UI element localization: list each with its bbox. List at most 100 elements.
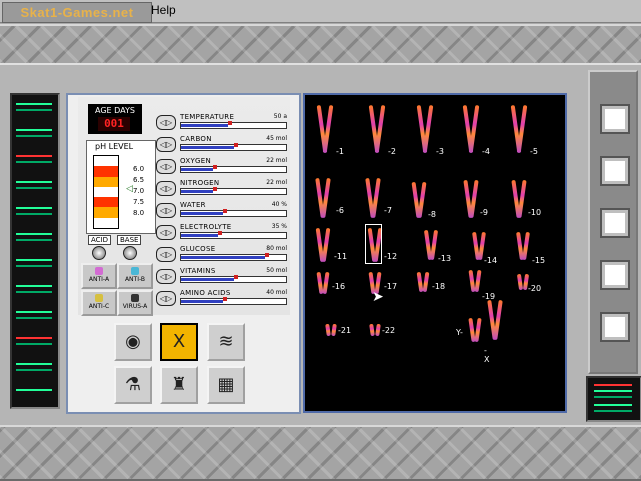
right-panel-button-4[interactable] bbox=[602, 262, 628, 288]
age-days-value: 001 bbox=[98, 117, 130, 131]
top-metal-plate bbox=[0, 24, 641, 65]
dna-icon: ≋ bbox=[218, 331, 234, 352]
sensor-vitamins: ◁▷ VITAMINS 50 mol bbox=[156, 267, 289, 285]
chromosome-label: -20 bbox=[528, 284, 542, 293]
right-panel-button-2[interactable] bbox=[602, 158, 628, 184]
chromosome-label: -22 bbox=[382, 326, 396, 335]
sensor-oxygen: ◁▷ OXYGEN 22 mol bbox=[156, 157, 289, 175]
right-status-strip bbox=[586, 376, 641, 422]
ph-band bbox=[94, 207, 118, 218]
site-logo: Skat1-Games.net bbox=[2, 2, 152, 23]
syringe-icon bbox=[131, 294, 139, 302]
chromosome-label: -9 bbox=[480, 208, 488, 217]
sensor-adjust-icon[interactable]: ◁▷ bbox=[156, 137, 176, 152]
sensor-value: 50 mol bbox=[266, 267, 287, 274]
right-panel-button-3[interactable] bbox=[602, 210, 628, 236]
anti-a-label: ANTI-A bbox=[88, 276, 110, 283]
dna-tool-button[interactable]: ≋ bbox=[207, 323, 245, 361]
chromosome-label: -3 bbox=[436, 147, 444, 156]
sensor-temperature: ◁▷ TEMPERATURE 50 a bbox=[156, 113, 289, 131]
sensor-marker bbox=[233, 143, 238, 147]
virus-a-label: VIRUS-A bbox=[122, 303, 148, 310]
chromosome-label: -10 bbox=[528, 208, 542, 217]
sensor-adjust-icon[interactable]: ◁▷ bbox=[156, 181, 176, 196]
sensor-name: ELECTROLYTE bbox=[180, 223, 232, 231]
sensor-track bbox=[180, 121, 287, 129]
sensor-adjust-icon[interactable]: ◁▷ bbox=[156, 269, 176, 284]
sensor-track bbox=[180, 253, 287, 261]
pointer-arrow-icon: ➤ bbox=[372, 289, 384, 305]
sensor-level bbox=[181, 124, 229, 127]
sensor-name: NITROGEN bbox=[180, 179, 220, 187]
cell-tool-button[interactable]: ◉ bbox=[114, 323, 152, 361]
chromosome-label: -7 bbox=[384, 206, 392, 215]
sensor-value: 22 mol bbox=[266, 179, 287, 186]
sensor-adjust-icon[interactable]: ◁▷ bbox=[156, 203, 176, 218]
sensor-carbon: ◁▷ CARBON 45 mol bbox=[156, 135, 289, 153]
sensor-marker bbox=[223, 209, 227, 213]
sensor-adjust-icon[interactable]: ◁▷ bbox=[156, 247, 176, 262]
flask-tool-button[interactable]: ⚗ bbox=[114, 366, 152, 404]
chromosome-label: -4 bbox=[482, 147, 490, 156]
selected-chromosome-box bbox=[365, 224, 382, 264]
sensor-name: AMINO ACIDS bbox=[180, 289, 231, 297]
sensor-adjust-icon[interactable]: ◁▷ bbox=[156, 291, 176, 306]
right-panel-button-1[interactable] bbox=[602, 106, 628, 132]
anti-a-button[interactable]: ANTI-A bbox=[81, 263, 117, 289]
right-button-panel bbox=[588, 70, 638, 374]
sensor-track bbox=[180, 209, 287, 217]
sensor-marker bbox=[212, 165, 217, 169]
sensor-level bbox=[181, 256, 265, 259]
chromosome-label: -13 bbox=[438, 254, 452, 263]
sensor-level bbox=[181, 168, 213, 171]
sensor-marker bbox=[223, 297, 227, 301]
anti-b-label: ANTI-B bbox=[124, 276, 146, 283]
ph-band bbox=[94, 176, 118, 187]
chromosome-label: -14 bbox=[484, 256, 498, 265]
right-panel-button-5[interactable] bbox=[602, 314, 628, 340]
sensor-value: 40 % bbox=[271, 201, 287, 208]
sensor-value: 40 mol bbox=[266, 289, 287, 296]
chromosome-label: -X bbox=[484, 346, 490, 364]
chromosome-label: Y- bbox=[456, 328, 463, 337]
sensor-name: TEMPERATURE bbox=[180, 113, 235, 121]
sensor-marker bbox=[265, 253, 269, 257]
sensor-level bbox=[181, 300, 223, 303]
sensor-amino-acids: ◁▷ AMINO ACIDS 40 mol bbox=[156, 289, 289, 307]
chromosome-tool-button[interactable]: X bbox=[160, 323, 198, 361]
sensor-water: ◁▷ WATER 40 % bbox=[156, 201, 289, 219]
sensor-adjust-icon[interactable]: ◁▷ bbox=[156, 225, 176, 240]
sensor-value: 45 mol bbox=[266, 135, 287, 142]
ph-pointer-icon: ◁ bbox=[126, 184, 133, 194]
sensor-level bbox=[181, 146, 234, 149]
age-days-display: AGE DAYS 001 bbox=[88, 104, 142, 134]
sensor-marker bbox=[228, 121, 233, 125]
monitor-icon: ▦ bbox=[217, 374, 235, 395]
sensor-track bbox=[180, 231, 287, 239]
menu-help[interactable]: Help bbox=[151, 3, 176, 17]
chromosome-label: -2 bbox=[388, 147, 396, 156]
acid-knob[interactable] bbox=[92, 246, 106, 260]
chromosome-label: -1 bbox=[336, 147, 344, 156]
anti-c-button[interactable]: ANTI-C bbox=[81, 290, 117, 316]
sensor-name: CARBON bbox=[180, 135, 212, 143]
chromosome-label: -17 bbox=[384, 282, 398, 291]
virus-a-button[interactable]: VIRUS-A bbox=[117, 290, 153, 316]
sensor-level bbox=[181, 212, 223, 215]
ph-tick-4: 7.5 bbox=[133, 198, 145, 206]
ph-band bbox=[94, 166, 118, 177]
chromosome-label: -21 bbox=[338, 326, 352, 335]
sensor-adjust-icon[interactable]: ◁▷ bbox=[156, 115, 176, 130]
anti-b-button[interactable]: ANTI-B bbox=[117, 263, 153, 289]
sensor-level bbox=[181, 234, 218, 237]
monitor-tool-button[interactable]: ▦ bbox=[207, 366, 245, 404]
sensor-marker bbox=[212, 187, 217, 191]
sensor-marker bbox=[217, 231, 222, 235]
microscope-tool-button[interactable]: ♜ bbox=[160, 366, 198, 404]
ph-band bbox=[94, 186, 118, 198]
sensor-name: VITAMINS bbox=[180, 267, 216, 275]
sensor-adjust-icon[interactable]: ◁▷ bbox=[156, 159, 176, 174]
base-knob[interactable] bbox=[123, 246, 137, 260]
sensor-track bbox=[180, 187, 287, 195]
chromosome-label: -16 bbox=[332, 282, 346, 291]
